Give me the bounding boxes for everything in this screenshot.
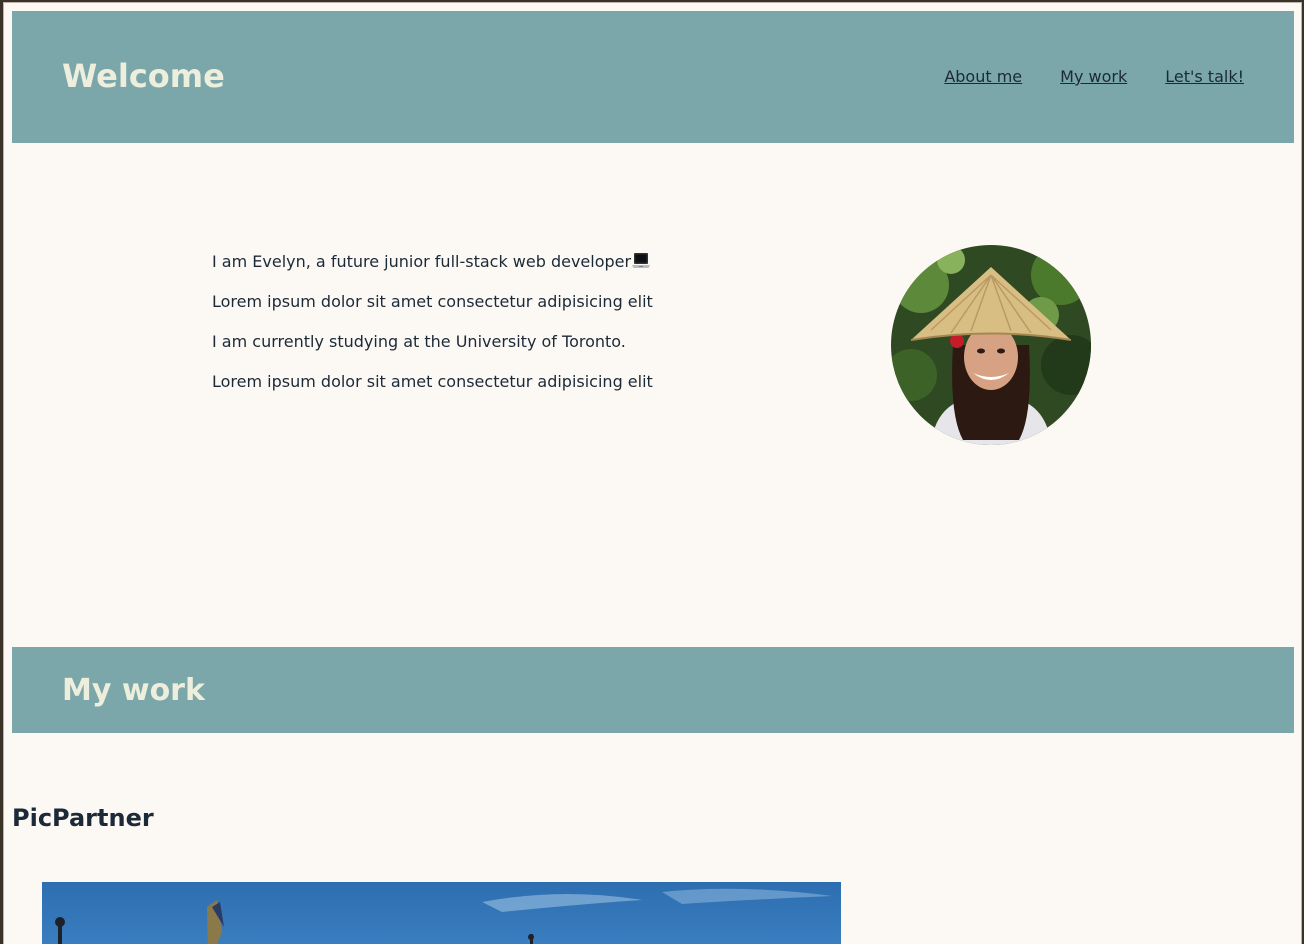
browser-viewport: Welcome About me My work Let's talk! I a… [3, 2, 1302, 944]
intro-line-text: I am Evelyn, a future junior full-stack … [212, 252, 632, 271]
intro-line: Lorem ipsum dolor sit amet consectetur a… [212, 372, 653, 391]
section-title: My work [62, 673, 205, 708]
laptop-icon [631, 251, 651, 271]
intro-text: I am Evelyn, a future junior full-stack … [212, 251, 732, 411]
intro-line: Lorem ipsum dolor sit amet consectetur a… [212, 292, 653, 311]
intro-line: I am Evelyn, a future junior full-stack … [212, 251, 732, 272]
profile-photo [891, 245, 1091, 445]
nav-link-about-me[interactable]: About me [944, 67, 1022, 87]
site-title: Welcome [62, 57, 225, 95]
site-header: Welcome About me My work Let's talk! [12, 11, 1294, 143]
main-nav: About me My work Let's talk! [944, 67, 1244, 87]
intro-line: I am currently studying at the Universit… [212, 332, 626, 351]
project-screenshot [42, 882, 841, 944]
nav-link-my-work[interactable]: My work [1060, 67, 1127, 87]
my-work-section-header: My work [12, 647, 1294, 733]
project-title: PicPartner [12, 804, 154, 832]
nav-link-lets-talk[interactable]: Let's talk! [1165, 67, 1244, 87]
